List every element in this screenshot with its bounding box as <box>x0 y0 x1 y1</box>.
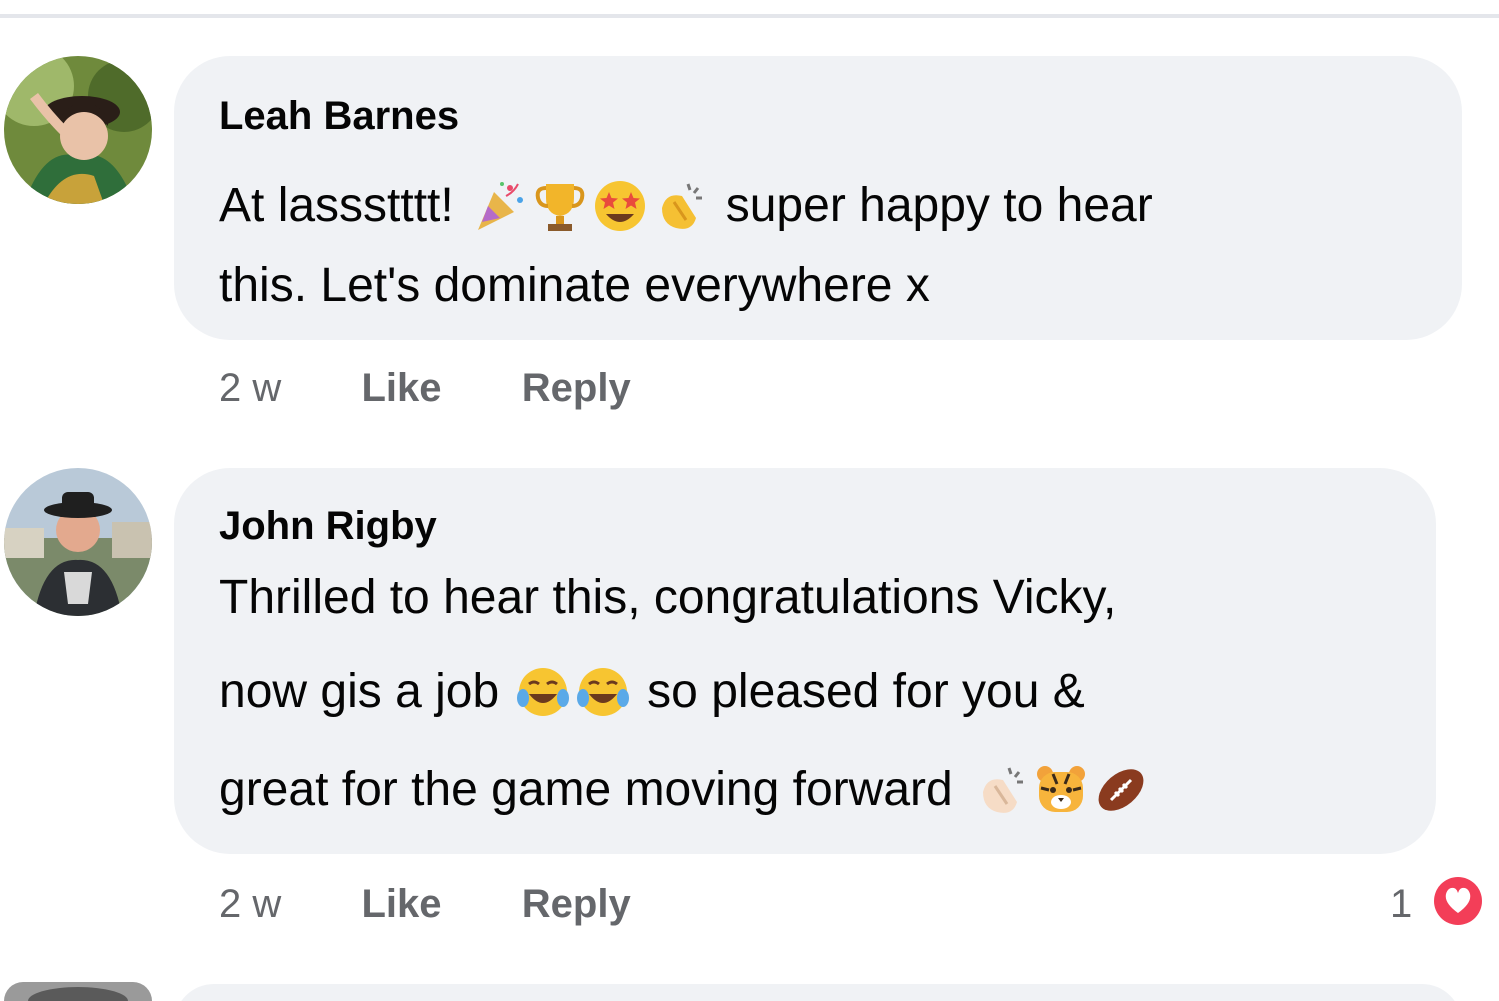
comment-text-line: At lassstttt! super happy to hear <box>219 176 1153 236</box>
clapping-hands-light-icon <box>973 762 1029 818</box>
comment-author[interactable]: John Rigby <box>219 502 437 550</box>
tears-of-joy-icon <box>575 664 631 720</box>
comments-thread: Leah Barnes At lassstttt! super happy to… <box>0 0 1499 1001</box>
rugby-ball-icon <box>1093 762 1149 818</box>
comment-timestamp[interactable]: 2 w <box>219 882 281 926</box>
avatar-john-rigby[interactable] <box>4 468 152 616</box>
comment-text-segment: At lassstttt! <box>219 179 454 232</box>
comment-text-line: now gis a job so pleased for you & <box>219 662 1085 722</box>
star-struck-icon <box>592 178 648 234</box>
comment-text-segment: now gis a job <box>219 665 500 718</box>
comment-text-segment: so pleased for you & <box>647 665 1085 718</box>
reply-button[interactable]: Reply <box>522 366 631 410</box>
comment-text-segment: super happy to hear <box>725 179 1153 232</box>
trophy-icon <box>532 178 588 234</box>
reaction-count[interactable]: 1 <box>1390 880 1412 928</box>
comment-meta: 2 w Like Reply <box>219 880 631 928</box>
comment-text-segment: great for the game moving forward <box>219 763 953 816</box>
reply-button[interactable]: Reply <box>522 882 631 926</box>
top-divider <box>0 14 1499 18</box>
comment-text-line: Thrilled to hear this, congratulations V… <box>219 571 1117 624</box>
clapping-hands-icon <box>652 178 708 234</box>
comment-text-line: this. Let's dominate everywhere x <box>219 259 930 312</box>
tiger-face-icon <box>1033 762 1089 818</box>
tears-of-joy-icon <box>515 664 571 720</box>
party-popper-icon <box>472 178 528 234</box>
avatar-leah-barnes[interactable] <box>4 56 152 204</box>
like-button[interactable]: Like <box>362 366 442 410</box>
comment-timestamp[interactable]: 2 w <box>219 366 281 410</box>
like-button[interactable]: Like <box>362 882 442 926</box>
comment-author[interactable]: Leah Barnes <box>219 92 459 140</box>
comment-text-line: great for the game moving forward <box>219 760 1151 820</box>
comment-bubble-next[interactable] <box>174 984 1462 1001</box>
comment-meta: 2 w Like Reply <box>219 364 631 412</box>
love-reaction-icon[interactable] <box>1430 873 1486 929</box>
avatar-next-comment[interactable] <box>4 982 152 1001</box>
